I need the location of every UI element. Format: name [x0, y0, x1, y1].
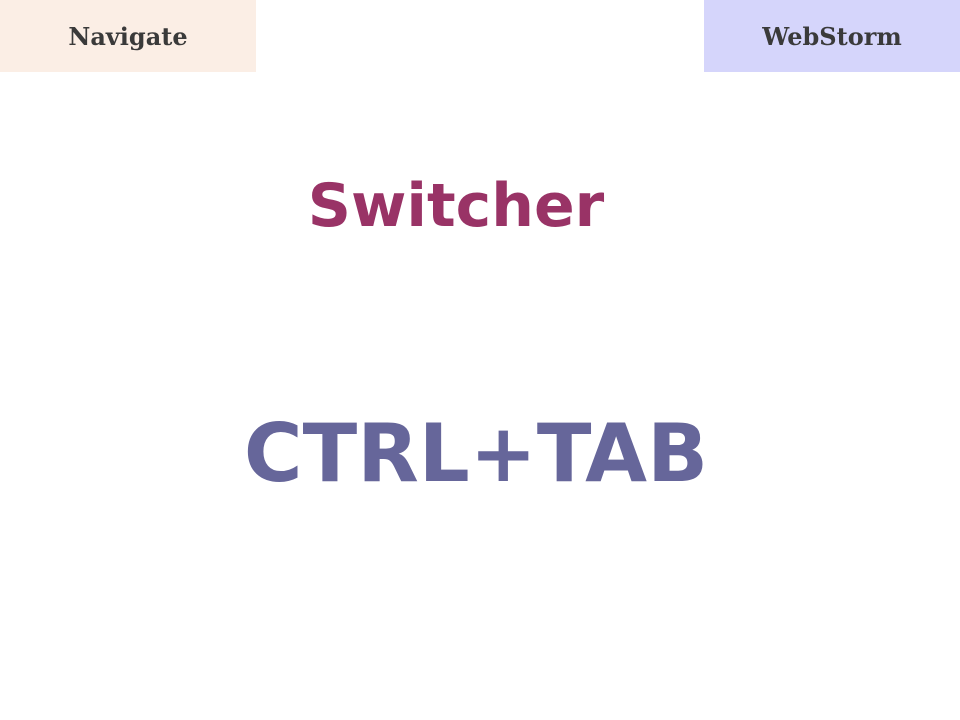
slide-title: Switcher: [307, 171, 605, 241]
product-label-webstorm: WebStorm: [704, 0, 960, 72]
product-label-text: WebStorm: [762, 21, 902, 51]
section-label-navigate: Navigate: [0, 0, 256, 72]
section-label-text: Navigate: [68, 21, 188, 51]
slide: Navigate WebStorm Switcher CTRL+TAB: [0, 0, 960, 720]
keyboard-shortcut: CTRL+TAB: [243, 407, 709, 500]
